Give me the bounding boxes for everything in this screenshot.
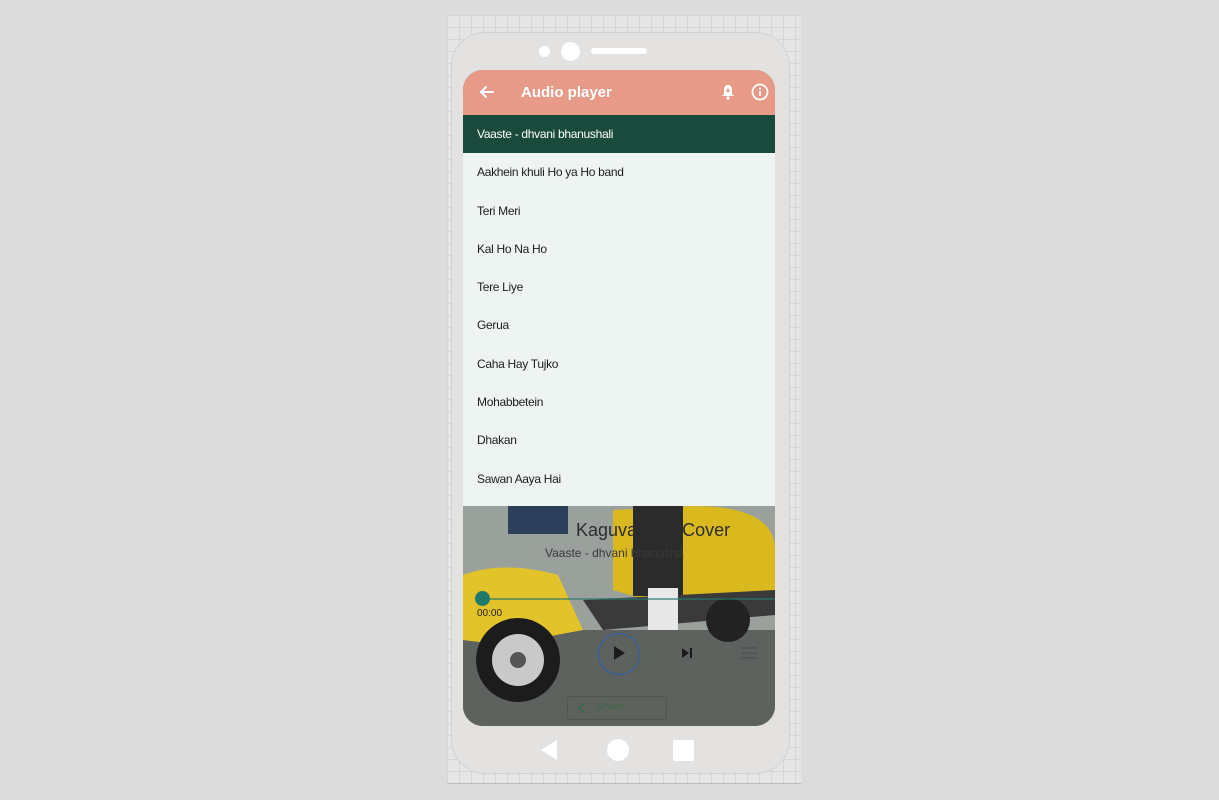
seek-handle[interactable] (475, 591, 490, 606)
playlist-item[interactable]: Vaaste - dhvani bhanushali (463, 115, 775, 154)
arrow-left-icon[interactable] (477, 82, 497, 102)
playlist-item[interactable]: Teri Meri (463, 192, 775, 230)
nav-recents-icon[interactable] (673, 740, 694, 761)
skip-next-icon[interactable] (679, 646, 695, 660)
playlist-item[interactable]: Aakhein khuli Ho ya Ho band (463, 153, 775, 191)
nav-back-icon[interactable] (539, 739, 559, 761)
current-time: 00:00 (477, 608, 503, 619)
play-button[interactable] (598, 633, 640, 675)
nav-home-icon[interactable] (607, 739, 629, 761)
playlist: Vaaste - dhvani bhanushali Aakhein khuli… (463, 115, 775, 506)
playlist-item[interactable]: Kal Ho Na Ho (463, 230, 775, 268)
info-icon[interactable] (751, 83, 769, 101)
bell-icon[interactable] (719, 83, 737, 101)
track-title: Kaguvangan Cover (576, 520, 731, 540)
camera-sensor-icon (539, 46, 550, 57)
playlist-item[interactable]: Gerua (463, 306, 775, 344)
playlist-item[interactable]: Mohabbetein (463, 383, 775, 421)
share-label: Share (596, 701, 626, 713)
playlist-item[interactable]: Tere Liye (463, 268, 775, 306)
front-camera-icon (561, 42, 580, 61)
playlist-item[interactable]: Caha Hay Tujko (463, 345, 775, 383)
page-title: Audio player (521, 84, 612, 101)
playlist-item[interactable]: Dhakan (463, 421, 775, 459)
earpiece-speaker (591, 48, 647, 54)
share-icon (577, 702, 586, 714)
play-icon (613, 645, 625, 660)
track-artist: Vaaste - dhvani bhanusha (545, 546, 684, 560)
playlist-item[interactable]: Sawan Aaya Hai (463, 460, 775, 498)
phone-screen: Audio player Vaaste - dhvani bhanushali … (463, 70, 775, 726)
playlist-menu-icon[interactable] (739, 644, 759, 662)
share-button[interactable]: Share (567, 696, 667, 720)
seek-bar[interactable] (483, 598, 775, 600)
app-bar: Audio player (463, 70, 775, 115)
